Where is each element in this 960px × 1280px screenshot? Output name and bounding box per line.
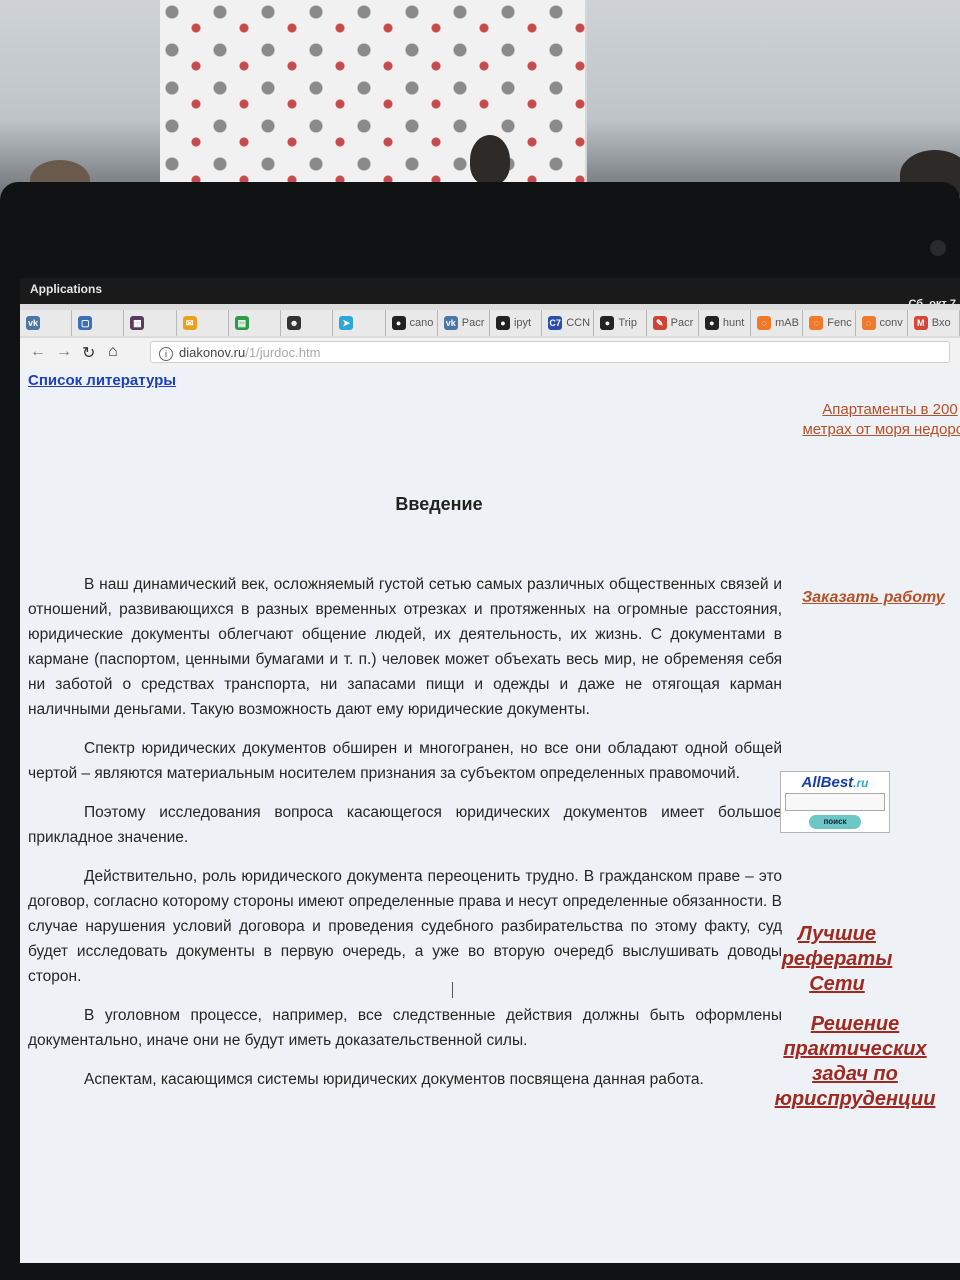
paragraph: Поэтому исследования вопроса касающегося… xyxy=(28,804,782,846)
audience-head xyxy=(470,135,510,185)
browser-toolbar: ← → ↻ ⌂ i diakonov.ru/1/jurdoc.htm xyxy=(20,338,960,369)
browser-tab[interactable]: C7 CCN xyxy=(542,310,595,336)
tab-label: Pacr xyxy=(461,317,485,329)
tab-label: ipyt xyxy=(513,317,532,329)
paragraph: В наш динамический век, осложняемый густ… xyxy=(28,576,782,718)
browser-tab[interactable]: vk xyxy=(20,310,73,336)
user-icon: ☻ xyxy=(287,316,302,330)
page-title: Введение xyxy=(395,494,483,514)
address-bar[interactable]: i diakonov.ru/1/jurdoc.htm xyxy=(150,341,950,363)
mail-icon: ✉ xyxy=(182,316,197,330)
back-icon[interactable]: ← xyxy=(30,343,46,361)
article-body: В наш динамический век, осложняемый густ… xyxy=(28,572,782,1106)
text-cursor xyxy=(452,982,453,998)
gmail-icon: M xyxy=(913,316,928,330)
browser-tab[interactable]: ● Trip xyxy=(594,310,647,336)
tab-label: Fenc xyxy=(827,317,852,329)
url-path: /1/jurdoc.htm xyxy=(245,345,321,360)
browser-tab[interactable]: ▤ xyxy=(228,310,282,336)
forward-icon[interactable]: → xyxy=(56,343,72,361)
pin-icon: ✎ xyxy=(652,316,667,330)
loading-icon: ◌ xyxy=(757,316,772,330)
browser-tab[interactable]: vk Pacr xyxy=(437,310,490,336)
vk-icon: vk xyxy=(26,316,40,330)
allbest-search-button[interactable]: поиск xyxy=(809,815,861,829)
browser-tab[interactable]: ☻ xyxy=(281,310,334,336)
browser-tab[interactable]: ➤ xyxy=(333,310,386,336)
tab-label: Pacr xyxy=(670,317,694,329)
law-tasks-link[interactable]: Решение практических задач по юриспруден… xyxy=(766,1012,944,1112)
url-domain: diakonov.ru xyxy=(179,345,246,360)
github-icon: ● xyxy=(495,316,510,330)
info-icon[interactable]: i xyxy=(159,346,173,361)
paragraph: Аспектам, касающимся системы юридических… xyxy=(84,1071,704,1088)
browser-tab[interactable]: ◌ conv xyxy=(855,310,908,336)
telegram-icon: ➤ xyxy=(339,316,354,330)
tab-label: Trip xyxy=(618,317,637,329)
os-top-panel: Applications Сб, окт 7 xyxy=(20,278,960,310)
web-page: Список литературы Апартаменты в 200 метр… xyxy=(20,368,960,1263)
vk-icon: vk xyxy=(443,316,458,330)
loading-icon: ◌ xyxy=(861,316,876,330)
browser-tab[interactable]: ● hunt xyxy=(698,310,752,336)
best-essays-link[interactable]: Лучшие рефераты Сети xyxy=(772,922,902,997)
browser-tab[interactable]: ▦ xyxy=(124,310,177,336)
apartments-ad-link[interactable]: Апартаменты в 200 метрах от моря недорог… xyxy=(802,400,960,440)
c7-icon: C7 xyxy=(548,316,563,330)
github-icon: ● xyxy=(600,316,615,330)
tab-label: Bxo xyxy=(931,317,951,329)
tab-label: mAB xyxy=(775,317,799,329)
github-icon: ● xyxy=(391,316,406,330)
allbest-search-input[interactable] xyxy=(785,793,885,811)
app-icon: ▦ xyxy=(130,316,145,330)
tab-label: cano xyxy=(409,317,434,329)
browser-tab[interactable]: M Bxo xyxy=(907,310,960,336)
browser-tab[interactable]: ▢ xyxy=(72,310,125,336)
paragraph: Спектр юридических документов обширен и … xyxy=(28,740,782,782)
tab-label: conv xyxy=(879,317,903,329)
paragraph: Действительно, роль юридического докумен… xyxy=(28,868,782,985)
applications-menu[interactable]: Applications xyxy=(30,282,102,296)
paragraph: В уголовном процессе, например, все след… xyxy=(28,1007,782,1049)
browser-tab[interactable]: ◌ Fenc xyxy=(803,310,856,336)
reload-icon[interactable]: ↻ xyxy=(82,343,95,363)
bibliography-link[interactable]: Список литературы xyxy=(28,372,176,389)
browser-tab-strip: vk ▢ ▦ ✉ ▤ ☻ ➤ ● cano vk Pacr ● ipyt C7 CCN ● Trip ✎ Pacr ●… xyxy=(20,304,960,338)
loading-icon: ◌ xyxy=(809,316,824,330)
webcam xyxy=(930,240,946,256)
order-work-link[interactable]: Заказать работу xyxy=(802,589,945,607)
allbest-logo: AllBest.ru xyxy=(781,774,889,791)
messenger-icon: ▢ xyxy=(78,316,93,330)
browser-tab[interactable]: ✎ Pacr xyxy=(646,310,699,336)
browser-tab[interactable]: ✉ xyxy=(176,310,229,336)
press-wall-banner xyxy=(160,0,587,185)
tab-label: CCN xyxy=(566,317,591,329)
allbest-search-widget: AllBest.ru поиск xyxy=(780,771,890,833)
browser-tab[interactable]: ● cano xyxy=(385,310,438,336)
tab-label: hunt xyxy=(722,317,745,329)
allbest-logo-main: AllBest xyxy=(801,774,854,791)
allbest-logo-suffix: .ru xyxy=(853,776,869,790)
sheet-icon: ▤ xyxy=(234,316,249,330)
browser-tab[interactable]: ● ipyt xyxy=(489,310,543,336)
home-icon[interactable]: ⌂ xyxy=(108,343,118,361)
background-photo xyxy=(0,0,960,200)
browser-tab[interactable]: ◌ mAB xyxy=(751,310,804,336)
github-icon: ● xyxy=(704,316,719,330)
